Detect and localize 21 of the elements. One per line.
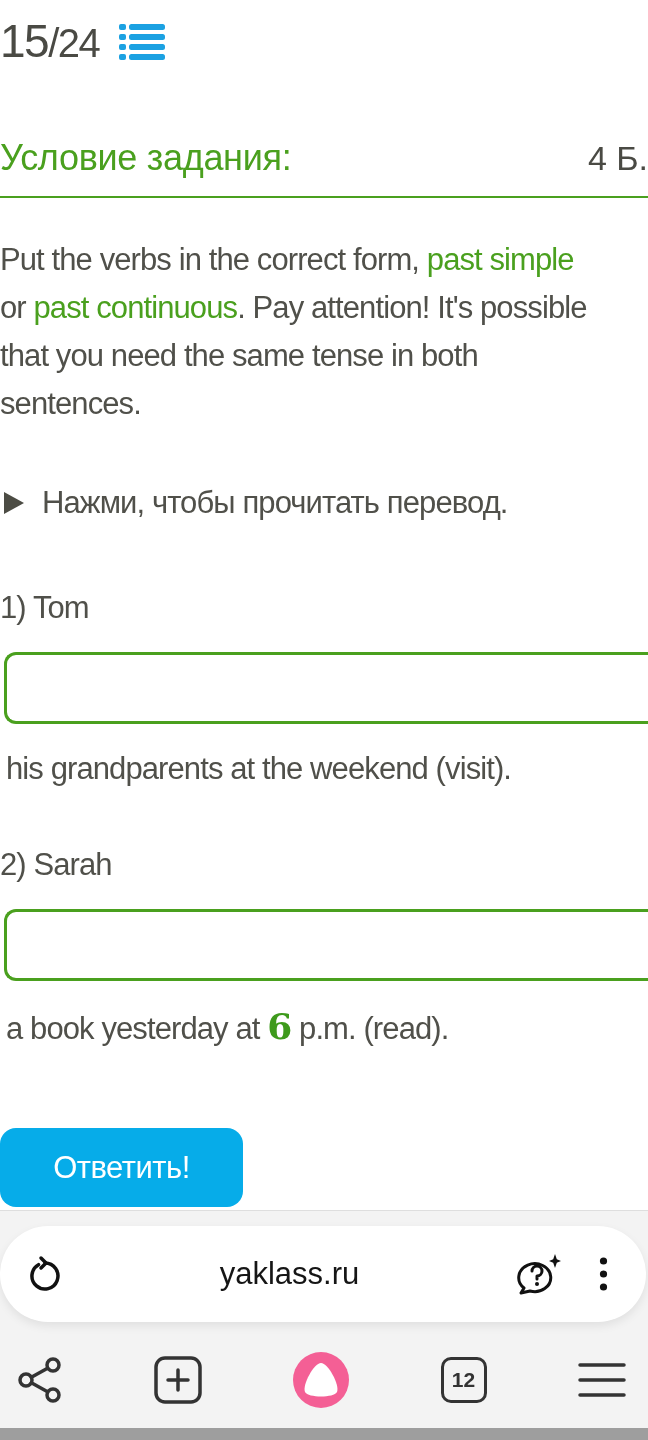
list-icon[interactable]: [119, 24, 166, 60]
plus-square-icon[interactable]: [153, 1356, 202, 1404]
answer-field[interactable]: [4, 909, 648, 981]
translation-toggle[interactable]: Нажми, чтобы прочитать перевод.: [0, 479, 508, 527]
share-icon[interactable]: [18, 1357, 62, 1403]
points-label: 4 Б.: [587, 138, 648, 179]
question-prompt: 2) Sarah: [0, 846, 112, 884]
ring-icon[interactable]: [293, 1352, 349, 1408]
tabs-button[interactable]: 12: [440, 1357, 487, 1403]
question-sentence: a book yesterday at 6 p.m. (read).: [5, 1004, 449, 1049]
progress-counter: 15/24: [0, 15, 100, 69]
question-sentence: his grandparents at the weekend (visit).: [5, 750, 512, 788]
instruction-text: Put the verbs in the correct form, past simple or past continuous. Pay attention! It's possible that you need the same tense in both sentences.: [0, 241, 588, 423]
menu-icon[interactable]: [578, 1362, 626, 1398]
question-prompt: 1) Tom: [0, 589, 89, 627]
task-title: Условие задания:: [0, 136, 292, 180]
question-bubble-icon[interactable]: [515, 1253, 561, 1295]
answer-field[interactable]: [4, 652, 648, 724]
url-text: yaklass.ru: [218, 1256, 361, 1292]
more-icon[interactable]: [599, 1257, 608, 1291]
address-bar[interactable]: yaklass.ru: [0, 1226, 646, 1322]
